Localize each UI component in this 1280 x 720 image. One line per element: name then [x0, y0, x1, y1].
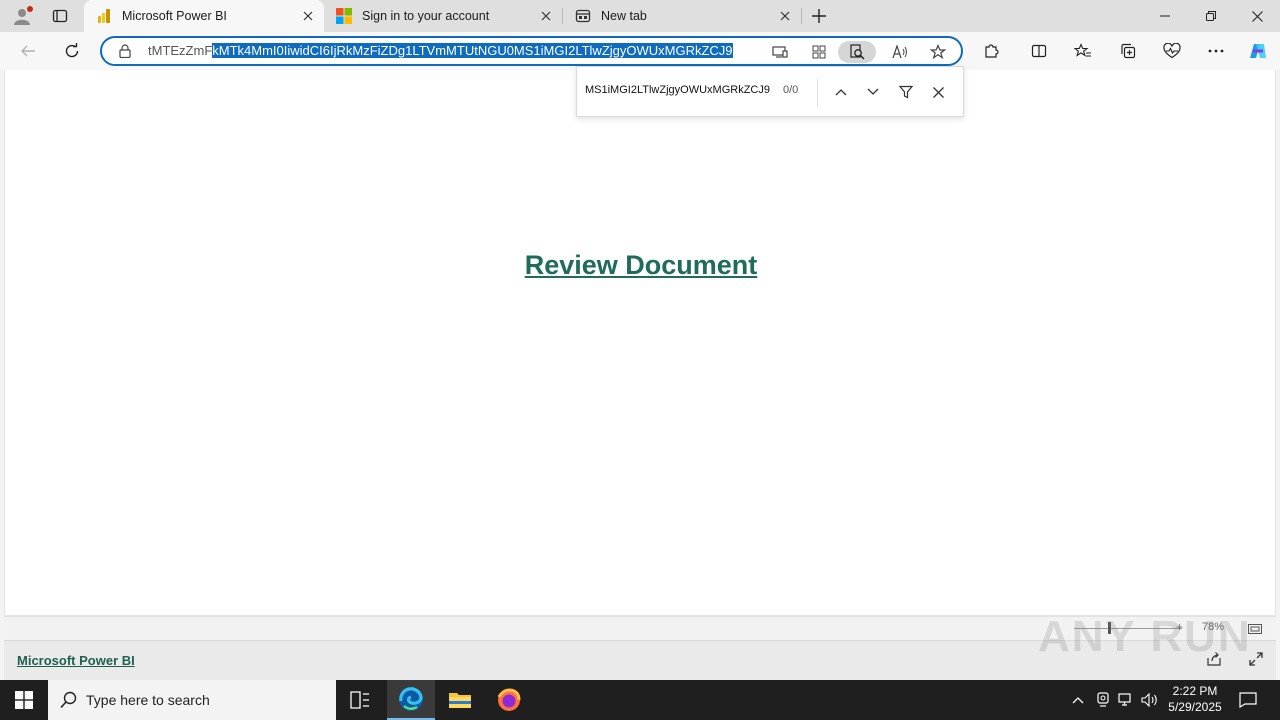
windows-logo-icon [15, 691, 33, 709]
browser-toolbar: tMTEzZmFkMTk4MmI0IiwidCI6IjRkMzFiZDg1LTV… [0, 32, 1280, 70]
tab-actions-icon [52, 9, 68, 23]
minimize-icon [1160, 15, 1170, 17]
refresh-button[interactable] [57, 37, 87, 65]
minimize-button[interactable] [1142, 0, 1188, 32]
find-bar: MS1iMGI2LTlwZjgyOWUxMGRkZCJ9 0/0 [576, 66, 964, 117]
taskbar-file-explorer[interactable] [436, 680, 484, 720]
read-aloud-icon[interactable] [886, 41, 914, 63]
puzzle-icon [985, 44, 999, 58]
lock-icon[interactable] [118, 44, 132, 63]
filter-icon [899, 85, 913, 99]
folder-icon [449, 693, 471, 708]
taskbar-edge[interactable] [387, 680, 435, 720]
close-tab-icon[interactable] [538, 8, 554, 24]
search-placeholder: Type here to search [86, 692, 210, 708]
find-separator [817, 79, 818, 107]
taskbar: Type here to search 2:22 PM 5/29/2025 [0, 680, 1280, 720]
edge-icon [399, 687, 423, 711]
watermark: ANY RUN [1038, 612, 1252, 661]
tab-strip: Microsoft Power BI Sign in to your accou… [0, 0, 1280, 32]
cast-icon[interactable] [766, 41, 794, 63]
split-screen-icon [1031, 44, 1047, 58]
power-bi-footer-link[interactable]: Microsoft Power BI [17, 653, 135, 668]
profile-button[interactable] [8, 4, 36, 28]
task-view-icon [350, 691, 369, 709]
collections-icon [1121, 43, 1136, 59]
apps-icon[interactable] [805, 41, 833, 63]
restore-button[interactable] [1188, 0, 1234, 32]
close-icon [932, 86, 944, 98]
tab-separator [801, 8, 802, 24]
tab-actions-button[interactable] [46, 4, 74, 28]
url-text[interactable]: tMTEzZmFkMTk4MmI0IiwidCI6IjRkMzFiZDg1LTV… [148, 43, 760, 59]
find-close-button[interactable] [925, 80, 951, 104]
tab-title: Microsoft Power BI [122, 9, 227, 23]
back-button[interactable] [13, 37, 43, 65]
tab-sign-in[interactable]: Sign in to your account [324, 0, 562, 32]
clock-date: 5/29/2025 [1168, 700, 1222, 714]
find-previous-button[interactable] [828, 80, 854, 104]
more-dots-icon [1208, 49, 1224, 53]
review-document-link[interactable]: Review Document [5, 250, 1277, 281]
chevron-down-icon [867, 88, 879, 95]
tab-title: New tab [601, 9, 647, 23]
taskbar-clock[interactable]: 2:22 PM 5/29/2025 [1162, 683, 1228, 715]
split-screen-button[interactable] [1024, 37, 1054, 65]
plus-icon [812, 9, 826, 23]
tab-title: Sign in to your account [362, 9, 490, 23]
close-tab-icon[interactable] [777, 8, 793, 24]
find-options-button[interactable] [893, 80, 919, 104]
find-input[interactable]: MS1iMGI2LTlwZjgyOWUxMGRkZCJ9 [585, 84, 777, 96]
start-button[interactable] [0, 680, 48, 720]
new-tab-page-icon [575, 8, 591, 24]
firefox-icon [497, 688, 521, 711]
heart-pulse-icon [1163, 43, 1181, 59]
find-match-count: 0/0 [783, 84, 799, 96]
taskbar-search[interactable]: Type here to search [48, 680, 336, 720]
browser-essentials-button[interactable] [1157, 37, 1187, 65]
restore-icon [1206, 11, 1216, 21]
close-window-button[interactable] [1234, 0, 1280, 32]
close-icon [1251, 10, 1263, 22]
taskbar-firefox[interactable] [485, 680, 533, 720]
url-unselected: tMTEzZmF [148, 43, 213, 58]
notification-dot [27, 6, 33, 12]
clock-time: 2:22 PM [1172, 684, 1218, 698]
favorites-icon [1074, 43, 1091, 57]
close-tab-icon[interactable] [300, 8, 316, 24]
power-bi-icon [96, 8, 112, 24]
page-content: Review Document [4, 70, 1276, 616]
favorite-star-icon[interactable] [924, 41, 952, 63]
find-on-page-icon[interactable] [838, 41, 876, 63]
microsoft-icon [336, 8, 352, 24]
volume-icon[interactable] [1140, 680, 1160, 720]
new-tab-button[interactable] [806, 4, 832, 28]
find-next-button[interactable] [860, 80, 886, 104]
chevron-up-icon [1072, 697, 1084, 704]
back-arrow-icon [21, 45, 35, 57]
extensions-button[interactable] [976, 37, 1006, 65]
favorites-button[interactable] [1068, 37, 1098, 65]
task-view-button[interactable] [336, 680, 384, 720]
address-bar[interactable]: tMTEzZmFkMTk4MmI0IiwidCI6IjRkMzFiZDg1LTV… [100, 36, 963, 66]
tab-new-tab[interactable]: New tab [563, 0, 801, 32]
tab-microsoft-power-bi[interactable]: Microsoft Power BI [84, 0, 324, 32]
refresh-icon [65, 43, 79, 58]
chevron-up-icon [835, 89, 847, 96]
notifications-button[interactable] [1234, 680, 1262, 720]
show-hidden-icons[interactable] [1068, 680, 1088, 720]
copilot-icon [1250, 44, 1266, 58]
network-icon[interactable] [1116, 680, 1136, 720]
settings-more-button[interactable] [1201, 37, 1231, 65]
tray-device-icon[interactable] [1093, 680, 1113, 720]
search-icon [60, 691, 78, 709]
notification-icon [1239, 692, 1257, 708]
collections-button[interactable] [1113, 37, 1143, 65]
copilot-button[interactable] [1243, 37, 1273, 65]
url-selected: kMTk4MmI0IiwidCI6IjRkMzFiZDg1LTVmMTUtNGU… [212, 43, 733, 58]
